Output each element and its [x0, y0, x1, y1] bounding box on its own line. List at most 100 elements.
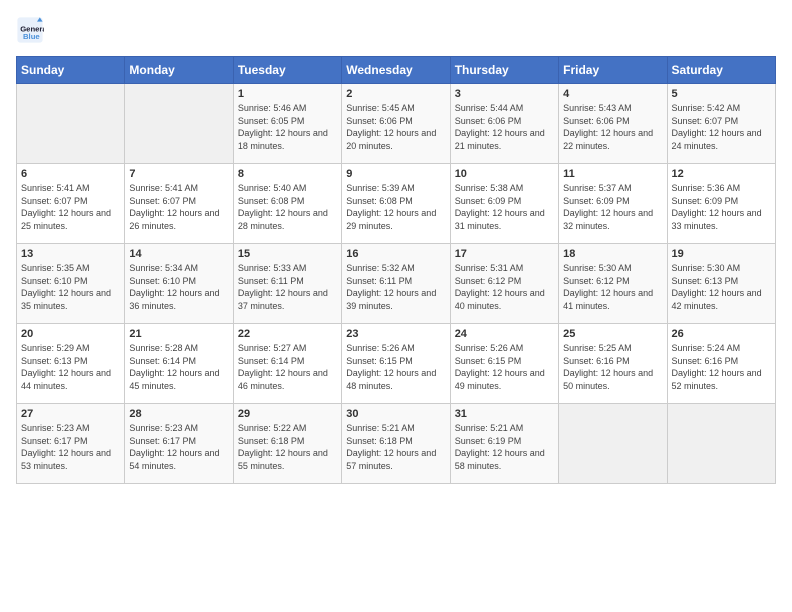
- header-sunday: Sunday: [17, 57, 125, 84]
- calendar-cell: [125, 84, 233, 164]
- day-number: 10: [455, 168, 554, 180]
- day-info: Sunrise: 5:41 AM Sunset: 6:07 PM Dayligh…: [21, 182, 120, 232]
- day-number: 2: [346, 88, 445, 100]
- calendar-cell: 28 Sunrise: 5:23 AM Sunset: 6:17 PM Dayli…: [125, 404, 233, 484]
- header-thursday: Thursday: [450, 57, 558, 84]
- calendar-cell: 27 Sunrise: 5:23 AM Sunset: 6:17 PM Dayli…: [17, 404, 125, 484]
- calendar-cell: 6 Sunrise: 5:41 AM Sunset: 6:07 PM Daylig…: [17, 164, 125, 244]
- calendar-cell: 9 Sunrise: 5:39 AM Sunset: 6:08 PM Daylig…: [342, 164, 450, 244]
- calendar-cell: 24 Sunrise: 5:26 AM Sunset: 6:15 PM Dayli…: [450, 324, 558, 404]
- day-info: Sunrise: 5:27 AM Sunset: 6:14 PM Dayligh…: [238, 342, 337, 392]
- header-friday: Friday: [559, 57, 667, 84]
- day-info: Sunrise: 5:46 AM Sunset: 6:05 PM Dayligh…: [238, 102, 337, 152]
- week-row-3: 13Sunrise: 5:35 AM Sunset: 6:10 PM Dayli…: [17, 244, 776, 324]
- week-row-1: 1 Sunrise: 5:46 AM Sunset: 6:05 PM Daylig…: [17, 84, 776, 164]
- day-number: 20: [21, 328, 120, 340]
- header-saturday: Saturday: [667, 57, 775, 84]
- calendar-cell: 1 Sunrise: 5:46 AM Sunset: 6:05 PM Daylig…: [233, 84, 341, 164]
- day-info: Sunrise: 5:28 AM Sunset: 6:14 PM Dayligh…: [129, 342, 228, 392]
- calendar-cell: [17, 84, 125, 164]
- calendar-table: SundayMondayTuesdayWednesdayThursdayFrid…: [16, 56, 776, 484]
- day-number: 5: [672, 88, 771, 100]
- day-info: Sunrise: 5:26 AM Sunset: 6:15 PM Dayligh…: [455, 342, 554, 392]
- calendar-cell: 18 Sunrise: 5:30 AM Sunset: 6:12 PM Dayli…: [559, 244, 667, 324]
- day-info: Sunrise: 5:34 AM Sunset: 6:10 PM Dayligh…: [129, 262, 228, 312]
- day-info: Sunrise: 5:33 AM Sunset: 6:11 PM Dayligh…: [238, 262, 337, 312]
- header-monday: Monday: [125, 57, 233, 84]
- day-number: 9: [346, 168, 445, 180]
- day-info: Sunrise: 5:25 AM Sunset: 6:16 PM Dayligh…: [563, 342, 662, 392]
- day-info: Sunrise: 5:42 AM Sunset: 6:07 PM Dayligh…: [672, 102, 771, 152]
- calendar-cell: 17 Sunrise: 5:31 AM Sunset: 6:12 PM Dayli…: [450, 244, 558, 324]
- day-number: 28: [129, 408, 228, 420]
- calendar-cell: 23 Sunrise: 5:26 AM Sunset: 6:15 PM Dayli…: [342, 324, 450, 404]
- calendar-cell: 13Sunrise: 5:35 AM Sunset: 6:10 PM Dayli…: [17, 244, 125, 324]
- day-number: 22: [238, 328, 337, 340]
- logo-icon: General Blue: [16, 16, 44, 44]
- day-info: Sunrise: 5:41 AM Sunset: 6:07 PM Dayligh…: [129, 182, 228, 232]
- day-number: 29: [238, 408, 337, 420]
- day-info: Sunrise: 5:26 AM Sunset: 6:15 PM Dayligh…: [346, 342, 445, 392]
- day-number: 15: [238, 248, 337, 260]
- day-number: 11: [563, 168, 662, 180]
- calendar-cell: 5 Sunrise: 5:42 AM Sunset: 6:07 PM Daylig…: [667, 84, 775, 164]
- calendar-cell: 10 Sunrise: 5:38 AM Sunset: 6:09 PM Dayli…: [450, 164, 558, 244]
- calendar-cell: 14Sunrise: 5:34 AM Sunset: 6:10 PM Dayli…: [125, 244, 233, 324]
- header-wednesday: Wednesday: [342, 57, 450, 84]
- day-info: Sunrise: 5:45 AM Sunset: 6:06 PM Dayligh…: [346, 102, 445, 152]
- calendar-cell: 31Sunrise: 5:21 AM Sunset: 6:19 PM Dayli…: [450, 404, 558, 484]
- day-info: Sunrise: 5:30 AM Sunset: 6:12 PM Dayligh…: [563, 262, 662, 312]
- day-info: Sunrise: 5:23 AM Sunset: 6:17 PM Dayligh…: [129, 422, 228, 472]
- calendar-cell: [559, 404, 667, 484]
- svg-text:Blue: Blue: [23, 32, 40, 41]
- day-info: Sunrise: 5:37 AM Sunset: 6:09 PM Dayligh…: [563, 182, 662, 232]
- calendar-cell: 8 Sunrise: 5:40 AM Sunset: 6:08 PM Daylig…: [233, 164, 341, 244]
- day-info: Sunrise: 5:43 AM Sunset: 6:06 PM Dayligh…: [563, 102, 662, 152]
- day-number: 30: [346, 408, 445, 420]
- day-number: 4: [563, 88, 662, 100]
- day-number: 27: [21, 408, 120, 420]
- day-number: 18: [563, 248, 662, 260]
- calendar-cell: 16Sunrise: 5:32 AM Sunset: 6:11 PM Dayli…: [342, 244, 450, 324]
- page-header: General Blue: [16, 16, 776, 44]
- day-info: Sunrise: 5:36 AM Sunset: 6:09 PM Dayligh…: [672, 182, 771, 232]
- calendar-cell: 20 Sunrise: 5:29 AM Sunset: 6:13 PM Dayli…: [17, 324, 125, 404]
- day-number: 23: [346, 328, 445, 340]
- calendar-cell: 29 Sunrise: 5:22 AM Sunset: 6:18 PM Dayli…: [233, 404, 341, 484]
- day-info: Sunrise: 5:24 AM Sunset: 6:16 PM Dayligh…: [672, 342, 771, 392]
- calendar-cell: 4 Sunrise: 5:43 AM Sunset: 6:06 PM Daylig…: [559, 84, 667, 164]
- day-number: 31: [455, 408, 554, 420]
- day-info: Sunrise: 5:29 AM Sunset: 6:13 PM Dayligh…: [21, 342, 120, 392]
- day-info: Sunrise: 5:38 AM Sunset: 6:09 PM Dayligh…: [455, 182, 554, 232]
- day-number: 17: [455, 248, 554, 260]
- day-number: 13: [21, 248, 120, 260]
- day-number: 1: [238, 88, 337, 100]
- calendar-cell: 26 Sunrise: 5:24 AM Sunset: 6:16 PM Dayli…: [667, 324, 775, 404]
- calendar-cell: 2 Sunrise: 5:45 AM Sunset: 6:06 PM Daylig…: [342, 84, 450, 164]
- day-number: 7: [129, 168, 228, 180]
- calendar-cell: 11 Sunrise: 5:37 AM Sunset: 6:09 PM Dayli…: [559, 164, 667, 244]
- day-number: 26: [672, 328, 771, 340]
- calendar-cell: 22 Sunrise: 5:27 AM Sunset: 6:14 PM Dayli…: [233, 324, 341, 404]
- day-number: 3: [455, 88, 554, 100]
- calendar-cell: 7 Sunrise: 5:41 AM Sunset: 6:07 PM Daylig…: [125, 164, 233, 244]
- day-info: Sunrise: 5:44 AM Sunset: 6:06 PM Dayligh…: [455, 102, 554, 152]
- logo: General Blue: [16, 16, 48, 44]
- day-number: 8: [238, 168, 337, 180]
- day-number: 25: [563, 328, 662, 340]
- calendar-header-row: SundayMondayTuesdayWednesdayThursdayFrid…: [17, 57, 776, 84]
- calendar-cell: 21 Sunrise: 5:28 AM Sunset: 6:14 PM Dayli…: [125, 324, 233, 404]
- day-number: 24: [455, 328, 554, 340]
- day-info: Sunrise: 5:22 AM Sunset: 6:18 PM Dayligh…: [238, 422, 337, 472]
- day-info: Sunrise: 5:32 AM Sunset: 6:11 PM Dayligh…: [346, 262, 445, 312]
- day-info: Sunrise: 5:30 AM Sunset: 6:13 PM Dayligh…: [672, 262, 771, 312]
- header-tuesday: Tuesday: [233, 57, 341, 84]
- day-number: 19: [672, 248, 771, 260]
- day-number: 21: [129, 328, 228, 340]
- day-info: Sunrise: 5:31 AM Sunset: 6:12 PM Dayligh…: [455, 262, 554, 312]
- day-info: Sunrise: 5:39 AM Sunset: 6:08 PM Dayligh…: [346, 182, 445, 232]
- calendar-cell: 25 Sunrise: 5:25 AM Sunset: 6:16 PM Dayli…: [559, 324, 667, 404]
- day-info: Sunrise: 5:23 AM Sunset: 6:17 PM Dayligh…: [21, 422, 120, 472]
- day-number: 6: [21, 168, 120, 180]
- day-info: Sunrise: 5:40 AM Sunset: 6:08 PM Dayligh…: [238, 182, 337, 232]
